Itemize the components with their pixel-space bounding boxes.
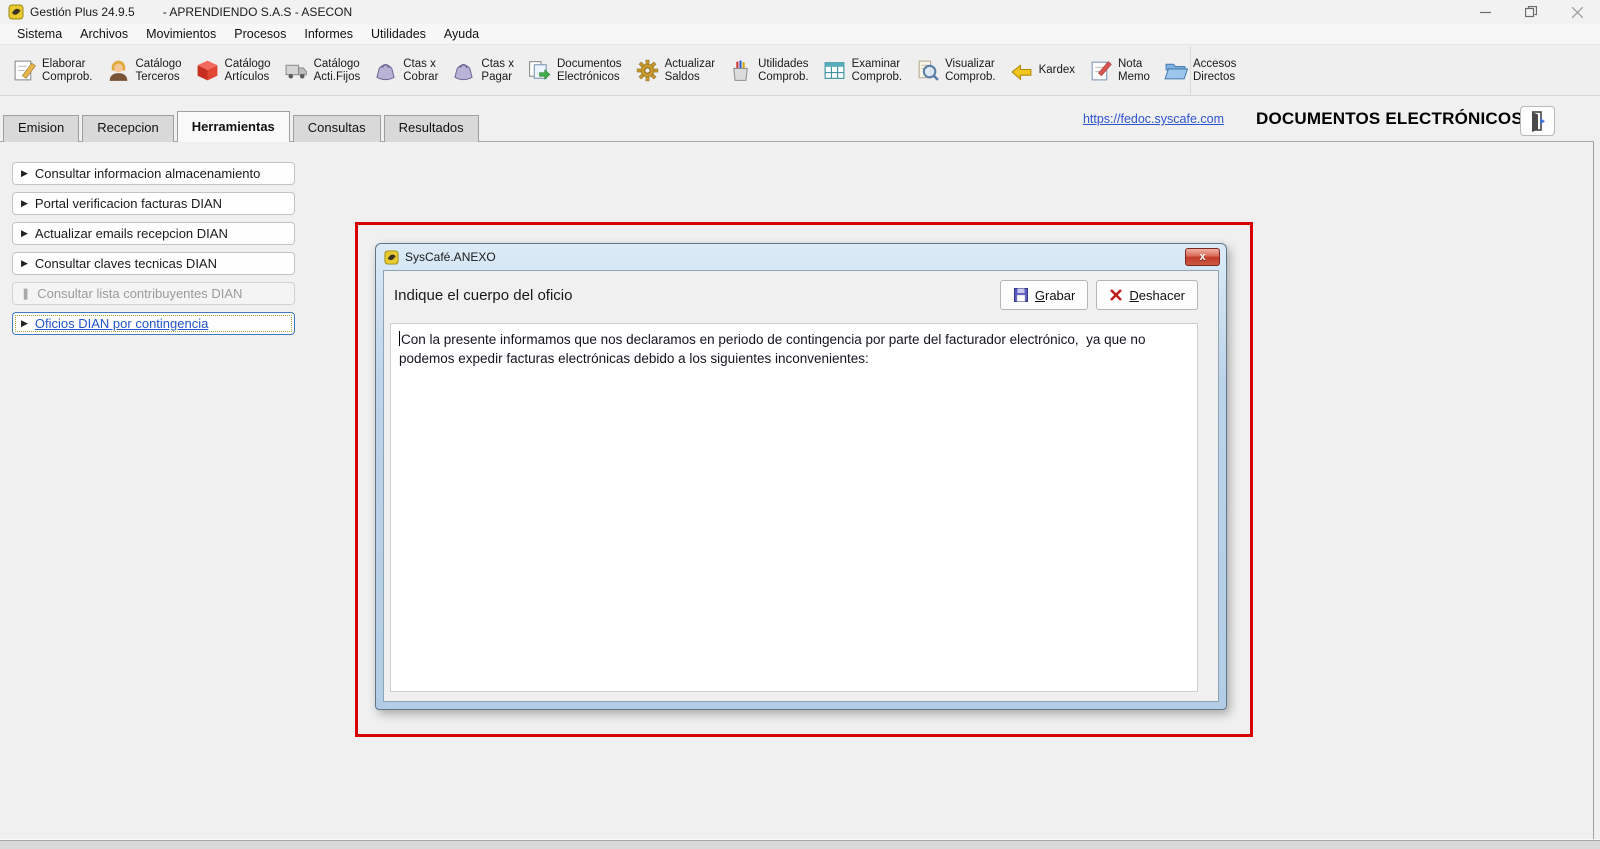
- toolbar-catalogo-terceros[interactable]: Catálogo Terceros: [106, 58, 182, 84]
- toolbar-examinar-comprob[interactable]: Examinar Comprob.: [822, 58, 903, 84]
- sidebar-item-portal-verificacion-facturas-dian[interactable]: ▶ Portal verificacion facturas DIAN: [12, 192, 295, 215]
- toolbar-actualizar-saldos[interactable]: Actualizar Saldos: [635, 58, 716, 84]
- sidebar-item-oficios-dian-por-contingencia[interactable]: ▶ Oficios DIAN por contingencia: [12, 312, 295, 335]
- dialog-prompt: Indique el cuerpo del oficio: [394, 287, 572, 304]
- tab-recepcion[interactable]: Recepcion: [82, 115, 173, 142]
- syscafe-logo-icon: [384, 250, 399, 265]
- play-icon: ▶: [21, 258, 28, 269]
- minimize-icon[interactable]: [1462, 0, 1508, 24]
- documents-icon: [527, 58, 552, 83]
- dialog-close-icon[interactable]: x: [1185, 248, 1220, 266]
- dialog-title: SysCafé.ANEXO: [405, 250, 496, 264]
- window-titlebar: Gestión Plus 24.9.5 - APRENDIENDO S.A.S …: [0, 0, 1600, 24]
- menu-archivos[interactable]: Archivos: [71, 25, 137, 43]
- toolbar-documentos-electronicos[interactable]: Documentos Electrónicos: [527, 58, 622, 84]
- text-cursor: [399, 331, 400, 346]
- purse-icon: [373, 58, 398, 83]
- toolbar-ctas-x-cobrar[interactable]: Ctas x Cobrar: [373, 58, 438, 84]
- sidebar-item-consultar-claves-tecnicas-dian[interactable]: ▶ Consultar claves tecnicas DIAN: [12, 252, 295, 275]
- toolbar-catalogo-actifijos[interactable]: Catálogo Acti.Fijos: [284, 58, 361, 84]
- close-icon[interactable]: [1554, 0, 1600, 24]
- main-toolbar: Elaborar Comprob. Catálogo Terceros Catá…: [0, 46, 1600, 96]
- truck-icon: [284, 58, 309, 83]
- dialog-titlebar[interactable]: SysCafé.ANEXO x: [376, 244, 1226, 270]
- tab-herramientas[interactable]: Herramientas: [177, 111, 290, 142]
- oficio-body-textarea[interactable]: Con la presente informamos que nos decla…: [390, 323, 1198, 692]
- app-subtitle: - APRENDIENDO S.A.S - ASECON: [163, 5, 352, 19]
- sidebar-item-consultar-informacion-almacenamiento[interactable]: ▶ Consultar informacion almacenamiento: [12, 162, 295, 185]
- toolbar-separator: [1190, 46, 1191, 96]
- tab-consultas[interactable]: Consultas: [293, 115, 381, 142]
- play-icon: ▶: [21, 228, 28, 239]
- app-title: Gestión Plus 24.9.5: [30, 5, 135, 19]
- toolbar-ctas-x-pagar[interactable]: Ctas x Pagar: [451, 58, 514, 84]
- pencil-cup-icon: [728, 58, 753, 83]
- magnifier-icon: [915, 58, 940, 83]
- oficio-body-text: Con la presente informamos que nos decla…: [399, 332, 1149, 366]
- person-icon: [106, 58, 131, 83]
- purse-icon: [451, 58, 476, 83]
- memo-icon: [1088, 58, 1113, 83]
- toolbar-visualizar-comprob[interactable]: Visualizar Comprob.: [915, 58, 996, 84]
- play-icon: ▶: [21, 198, 28, 209]
- app-logo-icon: [8, 4, 24, 20]
- toolbar-nota-memo[interactable]: Nota Memo: [1088, 58, 1150, 84]
- toolbar-utilidades-comprob[interactable]: Utilidades Comprob.: [728, 58, 809, 84]
- menu-sistema[interactable]: Sistema: [8, 25, 71, 43]
- exit-button[interactable]: [1520, 106, 1555, 136]
- compose-icon: [12, 58, 37, 83]
- folder-icon: [1163, 58, 1188, 83]
- menu-utilidades[interactable]: Utilidades: [362, 25, 435, 43]
- toolbar-kardex[interactable]: Kardex: [1009, 58, 1075, 83]
- sidebar-item-consultar-lista-contribuyentes-dian: ❚ Consultar lista contribuyentes DIAN: [12, 282, 295, 305]
- dialog-client-area: Indique el cuerpo del oficio Grabar Desh…: [383, 270, 1219, 702]
- cube-icon: [195, 58, 220, 83]
- restore-icon[interactable]: [1508, 0, 1554, 24]
- fedoc-link[interactable]: https://fedoc.syscafe.com: [1072, 112, 1224, 126]
- documentos-electronicos-title: DOCUMENTOS ELECTRÓNICOS: [1256, 109, 1523, 129]
- toolbar-accesos-directos[interactable]: Accesos Directos: [1163, 58, 1236, 84]
- play-icon: ▶: [21, 168, 28, 179]
- save-floppy-icon: [1013, 287, 1029, 303]
- toolbar-elaborar-comprob[interactable]: Elaborar Comprob.: [12, 58, 93, 84]
- menu-procesos[interactable]: Procesos: [225, 25, 295, 43]
- menu-ayuda[interactable]: Ayuda: [435, 25, 488, 43]
- dialog-header: Indique el cuerpo del oficio Grabar Desh…: [384, 271, 1218, 319]
- tab-emision[interactable]: Emision: [3, 115, 79, 142]
- menu-informes[interactable]: Informes: [295, 25, 362, 43]
- syscafe-anexo-dialog: SysCafé.ANEXO x Indique el cuerpo del of…: [375, 243, 1227, 710]
- sidebar-item-actualizar-emails-recepcion-dian[interactable]: ▶ Actualizar emails recepcion DIAN: [12, 222, 295, 245]
- menu-movimientos[interactable]: Movimientos: [137, 25, 225, 43]
- grabar-button[interactable]: Grabar: [1000, 280, 1088, 310]
- toolbar-catalogo-articulos[interactable]: Catálogo Artículos: [195, 58, 271, 84]
- deshacer-button[interactable]: Deshacer: [1096, 280, 1198, 310]
- table-icon: [822, 58, 847, 83]
- gear-icon: [635, 58, 660, 83]
- bar-icon: ❚: [21, 287, 30, 300]
- menu-bar: Sistema Archivos Movimientos Procesos In…: [0, 24, 1600, 45]
- tab-strip: Emision Recepcion Herramientas Consultas…: [3, 111, 482, 142]
- hand-icon: [1009, 58, 1034, 83]
- tab-resultados[interactable]: Resultados: [384, 115, 479, 142]
- content-right-border: [1593, 141, 1594, 840]
- play-icon: ▶: [21, 318, 28, 329]
- exit-door-icon: [1528, 110, 1548, 132]
- status-bar: [0, 840, 1600, 849]
- undo-x-icon: [1109, 288, 1123, 302]
